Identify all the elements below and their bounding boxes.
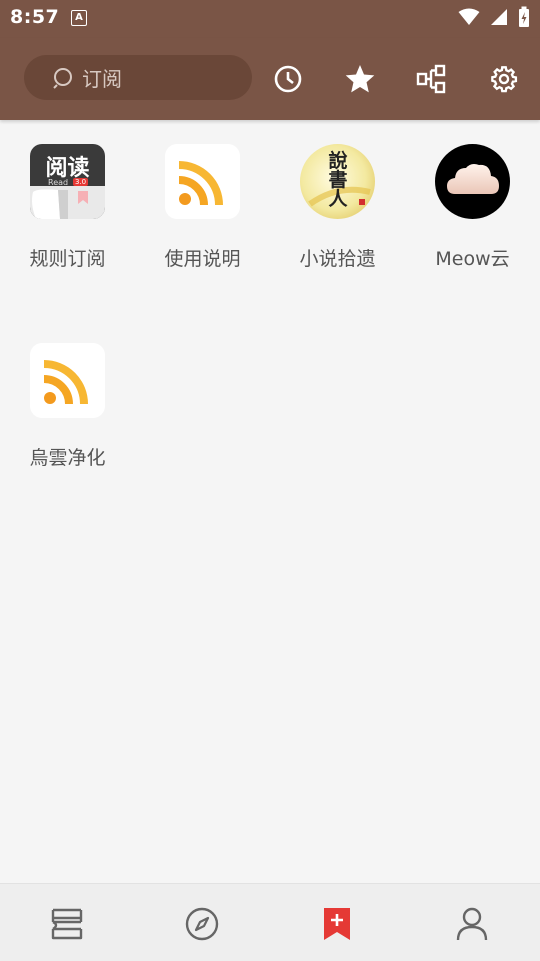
rss-source-label: Meow云 xyxy=(435,248,510,270)
history-button[interactable] xyxy=(271,62,305,96)
status-time: 8:57 xyxy=(10,6,60,28)
rss-source-item[interactable]: 阅读 Read 3.0 规则订阅 xyxy=(0,120,135,320)
explore-icon xyxy=(185,907,219,941)
history-icon xyxy=(274,65,302,93)
bookshelf-icon xyxy=(51,908,83,940)
read-app-subtitle: Read xyxy=(48,178,69,187)
nav-rss[interactable] xyxy=(317,904,357,944)
star-icon xyxy=(345,65,375,93)
read-app-icon: 阅读 Read 3.0 xyxy=(30,144,105,219)
rss-source-label: 使用说明 xyxy=(164,248,241,270)
read-app-version: 3.0 xyxy=(73,178,89,186)
bottom-navigation xyxy=(0,883,540,961)
rss-source-item[interactable]: 烏雲净化 xyxy=(0,319,135,519)
profile-icon xyxy=(456,907,488,941)
nav-bookshelf[interactable] xyxy=(47,904,87,944)
settings-button[interactable] xyxy=(487,62,521,96)
battery-icon xyxy=(519,6,529,27)
novel-seal-text: 說書人 xyxy=(328,150,348,210)
rss-source-item[interactable]: Meow云 xyxy=(405,120,540,320)
rss-subscribe-icon xyxy=(324,908,350,940)
status-bar: 8:57 A xyxy=(0,0,540,38)
nav-profile[interactable] xyxy=(452,904,492,944)
cloud-icon xyxy=(435,144,510,219)
rss-source-label: 小说拾遗 xyxy=(299,248,376,270)
group-button[interactable] xyxy=(415,62,449,96)
signal-icon xyxy=(491,9,507,25)
novel-seal-icon: 說書人 xyxy=(300,144,375,219)
notification-icon: A xyxy=(71,10,87,26)
rss-source-label: 烏雲净化 xyxy=(29,447,106,469)
rss-source-label: 规则订阅 xyxy=(29,248,106,270)
favorites-button[interactable] xyxy=(343,62,377,96)
rss-source-item[interactable]: 說書人 小说拾遗 xyxy=(270,120,405,320)
rss-icon xyxy=(165,144,240,219)
nav-explore[interactable] xyxy=(182,904,222,944)
wifi-icon xyxy=(458,8,480,25)
search-icon xyxy=(52,66,76,90)
search-input[interactable]: 订阅 xyxy=(24,55,252,100)
status-icons xyxy=(458,6,530,28)
toolbar: 订阅 xyxy=(0,38,540,120)
rss-source-item[interactable]: 使用说明 xyxy=(135,120,270,320)
group-icon xyxy=(416,64,446,94)
settings-icon xyxy=(491,66,518,93)
search-placeholder: 订阅 xyxy=(82,67,122,91)
rss-icon xyxy=(30,343,105,418)
